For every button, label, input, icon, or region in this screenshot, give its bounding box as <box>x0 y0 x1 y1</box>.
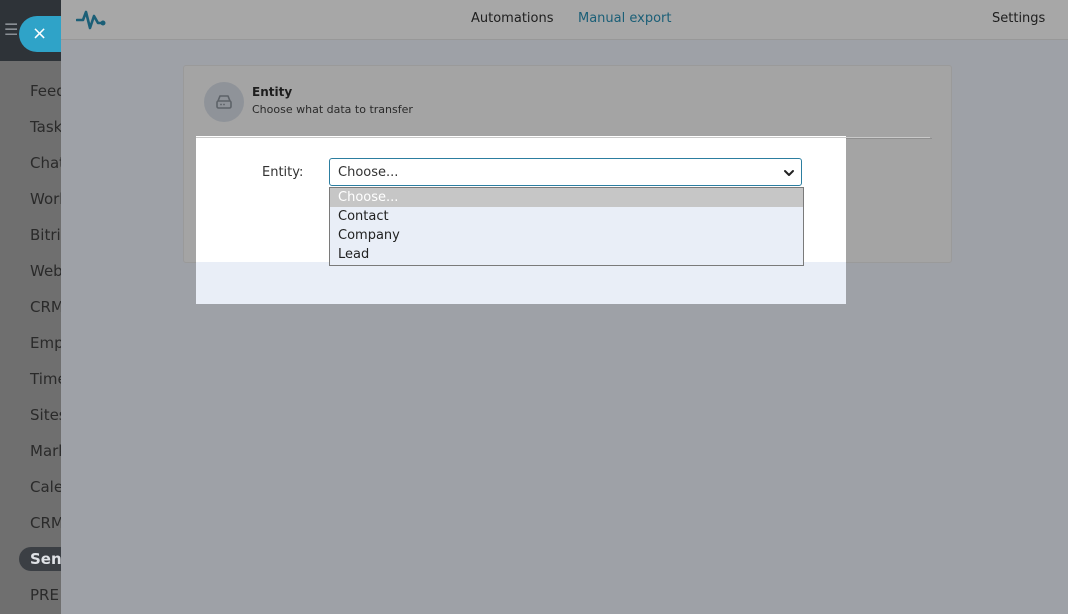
sidebar-item[interactable]: Employees <box>0 331 61 367</box>
entity-dropdown-list: Choose... Contact Company Lead <box>329 187 804 266</box>
option-contact[interactable]: Contact <box>330 207 803 226</box>
top-navigation: Automations Manual export Settings <box>61 0 1068 40</box>
sidebar-item[interactable]: Marketing <box>0 439 61 475</box>
sidebar-item[interactable]: Time <box>0 367 61 403</box>
drive-icon <box>204 82 244 122</box>
chevron-down-icon <box>784 170 794 176</box>
sidebar-item[interactable]: Workgroups <box>0 187 61 223</box>
close-icon: × <box>32 23 48 44</box>
nav-manual-export[interactable]: Manual export <box>578 11 671 26</box>
sidebar-item[interactable]: Bitrix24 <box>0 223 61 259</box>
focus-highlight-lower <box>196 262 846 304</box>
option-lead[interactable]: Lead <box>330 245 803 264</box>
entity-select-value: Choose... <box>338 165 399 180</box>
pulse-logo-icon[interactable] <box>76 6 106 32</box>
sidebar-item[interactable]: Webmail <box>0 259 61 295</box>
section-divider <box>196 137 930 138</box>
entity-field-label: Entity: <box>262 165 304 180</box>
sidebar-item[interactable]: Sites <box>0 403 61 439</box>
sidebar-item[interactable]: Tasks <box>0 115 61 151</box>
option-choose[interactable]: Choose... <box>330 188 803 207</box>
sidebar-item-label: Send <box>19 547 61 571</box>
option-company[interactable]: Company <box>330 226 803 245</box>
card-subtitle: Choose what data to transfer <box>252 103 413 116</box>
entity-select[interactable]: Choose... <box>329 158 802 186</box>
left-sidebar: ☰ Feed Tasks Chat Workgroups Bitrix24 We… <box>0 0 61 614</box>
sidebar-item[interactable]: Chat <box>0 151 61 187</box>
card-title: Entity <box>252 85 293 99</box>
sidebar-item[interactable]: CRM <box>0 511 61 547</box>
sidebar-item[interactable]: PRE <box>0 583 61 614</box>
sidebar-menu: Feed Tasks Chat Workgroups Bitrix24 Webm… <box>0 79 61 614</box>
nav-settings[interactable]: Settings <box>992 11 1045 26</box>
nav-automations[interactable]: Automations <box>471 11 554 26</box>
sidebar-item[interactable]: Feed <box>0 79 61 115</box>
sidebar-item-active[interactable]: Send <box>0 547 61 583</box>
sidebar-item[interactable]: CRM <box>0 295 61 331</box>
sidebar-item[interactable]: Calendar <box>0 475 61 511</box>
hamburger-icon[interactable]: ☰ <box>4 22 18 38</box>
main-panel: Automations Manual export Settings Entit… <box>61 0 1068 614</box>
